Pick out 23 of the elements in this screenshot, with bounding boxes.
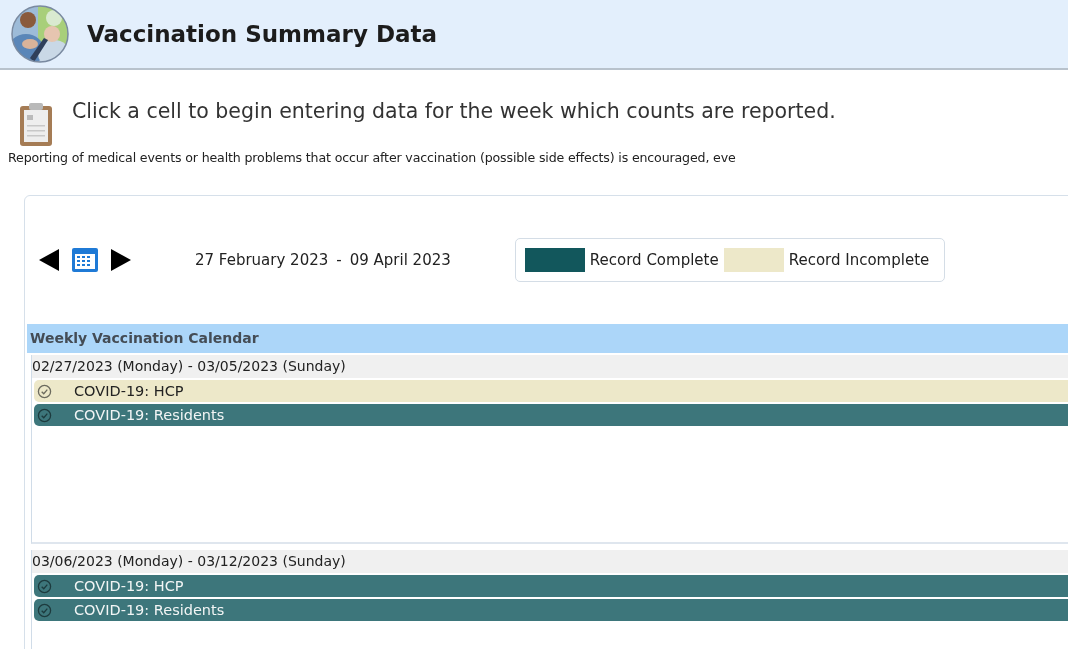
calendar-entry[interactable]: COVID-19: Residents [34, 404, 1068, 426]
check-circle-icon [37, 602, 52, 618]
calendar-header: Weekly Vaccination Calendar [27, 324, 1068, 353]
check-circle-icon [37, 383, 52, 399]
next-arrow-icon[interactable] [111, 249, 131, 271]
legend-label: Record Complete [589, 251, 719, 269]
calendar-entry[interactable]: COVID-19: HCP [34, 380, 1068, 402]
week-header: 03/06/2023 (Monday) - 03/12/2023 (Sunday) [32, 550, 1068, 573]
instruction-text: Click a cell to begin entering data for the week which counts are reported. [72, 99, 836, 123]
check-circle-icon [37, 407, 52, 423]
start-date: 27 February 2023 [195, 251, 329, 269]
page-title: Vaccination Summary Data [87, 21, 438, 47]
week-header: 02/27/2023 (Monday) - 03/05/2023 (Sunday) [32, 355, 1068, 378]
clipboard-icon [18, 101, 54, 147]
calendar-icon[interactable] [71, 247, 99, 273]
note-text: Reporting of medical events or health problems that occur after vaccination (possible side effects) is encouraged, eve [7, 150, 737, 165]
previous-arrow-icon[interactable] [39, 249, 59, 271]
calendar-entry[interactable]: COVID-19: HCP [34, 575, 1068, 597]
end-date: 09 April 2023 [349, 251, 451, 269]
legend-label: Record Incomplete [788, 251, 930, 269]
date-separator: - [336, 251, 342, 269]
calendar-entry[interactable]: COVID-19: Residents [34, 599, 1068, 621]
check-circle-icon [37, 578, 52, 594]
